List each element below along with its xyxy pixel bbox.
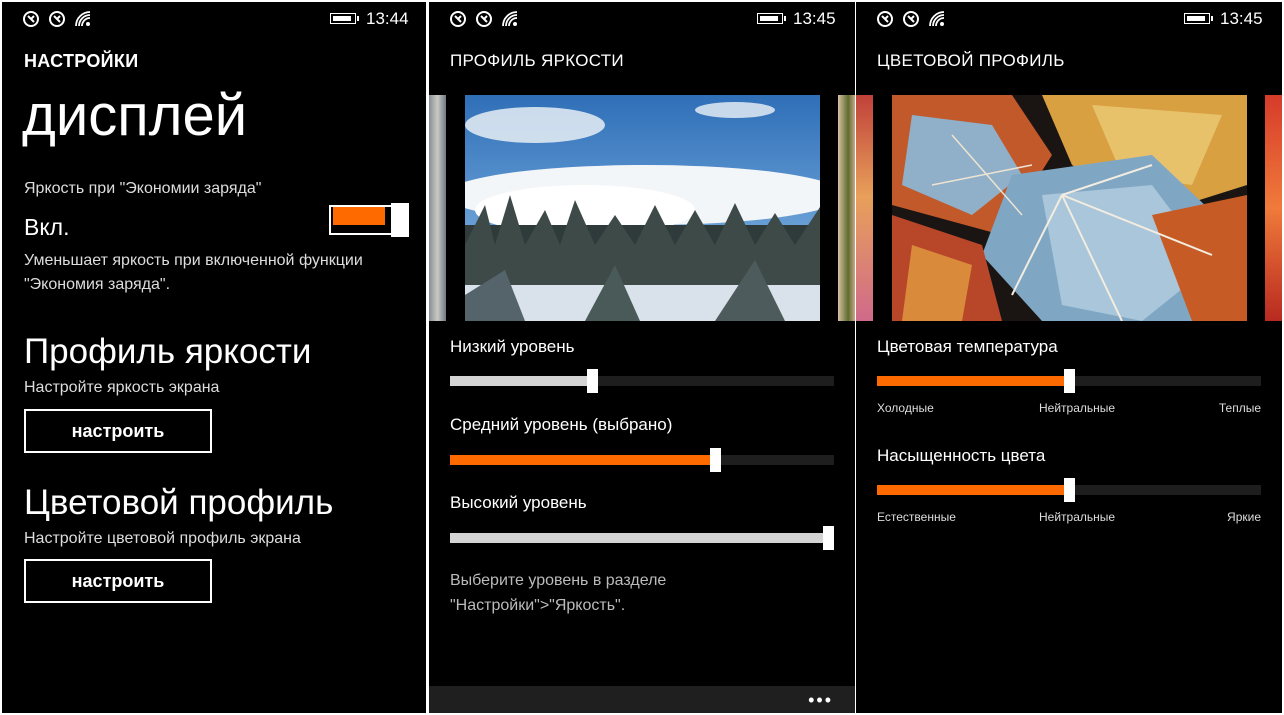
brightness-preview-image[interactable]	[465, 95, 820, 321]
nfc-icon	[877, 11, 893, 27]
saturation-min-label: Естественные	[877, 510, 956, 524]
prev-preview-image[interactable]	[856, 95, 873, 321]
slider-thumb[interactable]	[1064, 369, 1075, 393]
hint-line-1: Выберите уровень в разделе	[450, 572, 667, 589]
temperature-mid-label: Нейтральные	[1039, 401, 1116, 415]
color-saturation-label: Насыщенность цвета	[877, 446, 1046, 465]
medium-level-label: Средний уровень (выбрано)	[450, 415, 673, 434]
battery-icon	[330, 13, 359, 24]
nfc-icon	[903, 11, 919, 27]
prev-preview-image[interactable]	[429, 95, 446, 321]
status-time: 13:45	[1220, 9, 1263, 28]
battery-icon	[757, 13, 786, 24]
brightness-profile-screen: 13:45 ПРОФИЛЬ ЯРКОСТИ Низкий уровень Сре…	[429, 2, 855, 713]
more-dots-icon[interactable]: •••	[808, 690, 833, 711]
high-level-slider[interactable]	[450, 523, 834, 553]
slider-thumb[interactable]	[710, 448, 721, 472]
nfc-icon	[23, 11, 39, 27]
app-bar: •••	[429, 686, 855, 713]
battery-saver-value: Вкл.	[24, 214, 70, 240]
screen-header: ЦВЕТОВОЙ ПРОФИЛЬ	[877, 51, 1065, 70]
color-profile-subtitle: Настройте цветовой профиль экрана	[24, 530, 301, 547]
status-bar: 13:45	[429, 8, 855, 30]
color-temperature-label: Цветовая температура	[877, 337, 1058, 356]
wifi-icon	[502, 11, 518, 27]
temperature-min-label: Холодные	[877, 401, 934, 415]
saturation-max-label: Яркие	[1227, 510, 1261, 524]
low-level-slider[interactable]	[450, 366, 834, 396]
slider-thumb[interactable]	[1064, 478, 1075, 502]
color-configure-button[interactable]: настроить	[24, 559, 212, 603]
hint-line-2: "Настройки">"Яркость".	[450, 597, 626, 614]
saturation-mid-label: Нейтральные	[1039, 510, 1116, 524]
brightness-profile-heading: Профиль яркости	[24, 332, 312, 371]
nfc-icon	[49, 11, 65, 27]
display-settings-screen: 13:44 НАСТРОЙКИ дисплей Яркость при "Эко…	[2, 2, 426, 713]
nfc-icon	[476, 11, 492, 27]
battery-saver-toggle[interactable]	[329, 203, 409, 237]
nfc-icon	[450, 11, 466, 27]
status-time: 13:45	[793, 9, 836, 28]
battery-saver-description-2: "Экономия заряда".	[24, 276, 171, 293]
color-temperature-slider[interactable]	[877, 366, 1261, 396]
color-preview-image[interactable]	[892, 95, 1247, 321]
next-preview-image[interactable]	[1265, 95, 1282, 321]
wifi-icon	[75, 11, 91, 27]
brightness-configure-button[interactable]: настроить	[24, 409, 212, 453]
page-title: дисплей	[22, 83, 248, 148]
temperature-max-label: Теплые	[1218, 401, 1261, 415]
status-bar: 13:45	[856, 8, 1282, 30]
low-level-label: Низкий уровень	[450, 337, 575, 356]
battery-saver-description-1: Уменьшает яркость при включенной функции	[24, 252, 363, 269]
next-preview-image[interactable]	[838, 95, 855, 321]
color-profile-heading: Цветовой профиль	[24, 483, 334, 522]
status-time: 13:44	[366, 9, 409, 28]
status-bar: 13:44	[2, 8, 426, 30]
settings-header: НАСТРОЙКИ	[24, 51, 139, 71]
screen-header: ПРОФИЛЬ ЯРКОСТИ	[450, 51, 624, 70]
medium-level-slider[interactable]	[450, 445, 834, 475]
slider-thumb[interactable]	[587, 369, 598, 393]
wifi-icon	[929, 11, 945, 27]
battery-saver-label: Яркость при "Экономии заряда"	[24, 180, 262, 197]
color-profile-screen: 13:45 ЦВЕТОВОЙ ПРОФИЛЬ Цветовая температ…	[856, 2, 1282, 713]
battery-icon	[1184, 13, 1213, 24]
color-saturation-slider[interactable]	[877, 475, 1261, 505]
slider-thumb[interactable]	[823, 526, 834, 550]
brightness-profile-subtitle: Настройте яркость экрана	[24, 379, 220, 396]
high-level-label: Высокий уровень	[450, 493, 587, 512]
